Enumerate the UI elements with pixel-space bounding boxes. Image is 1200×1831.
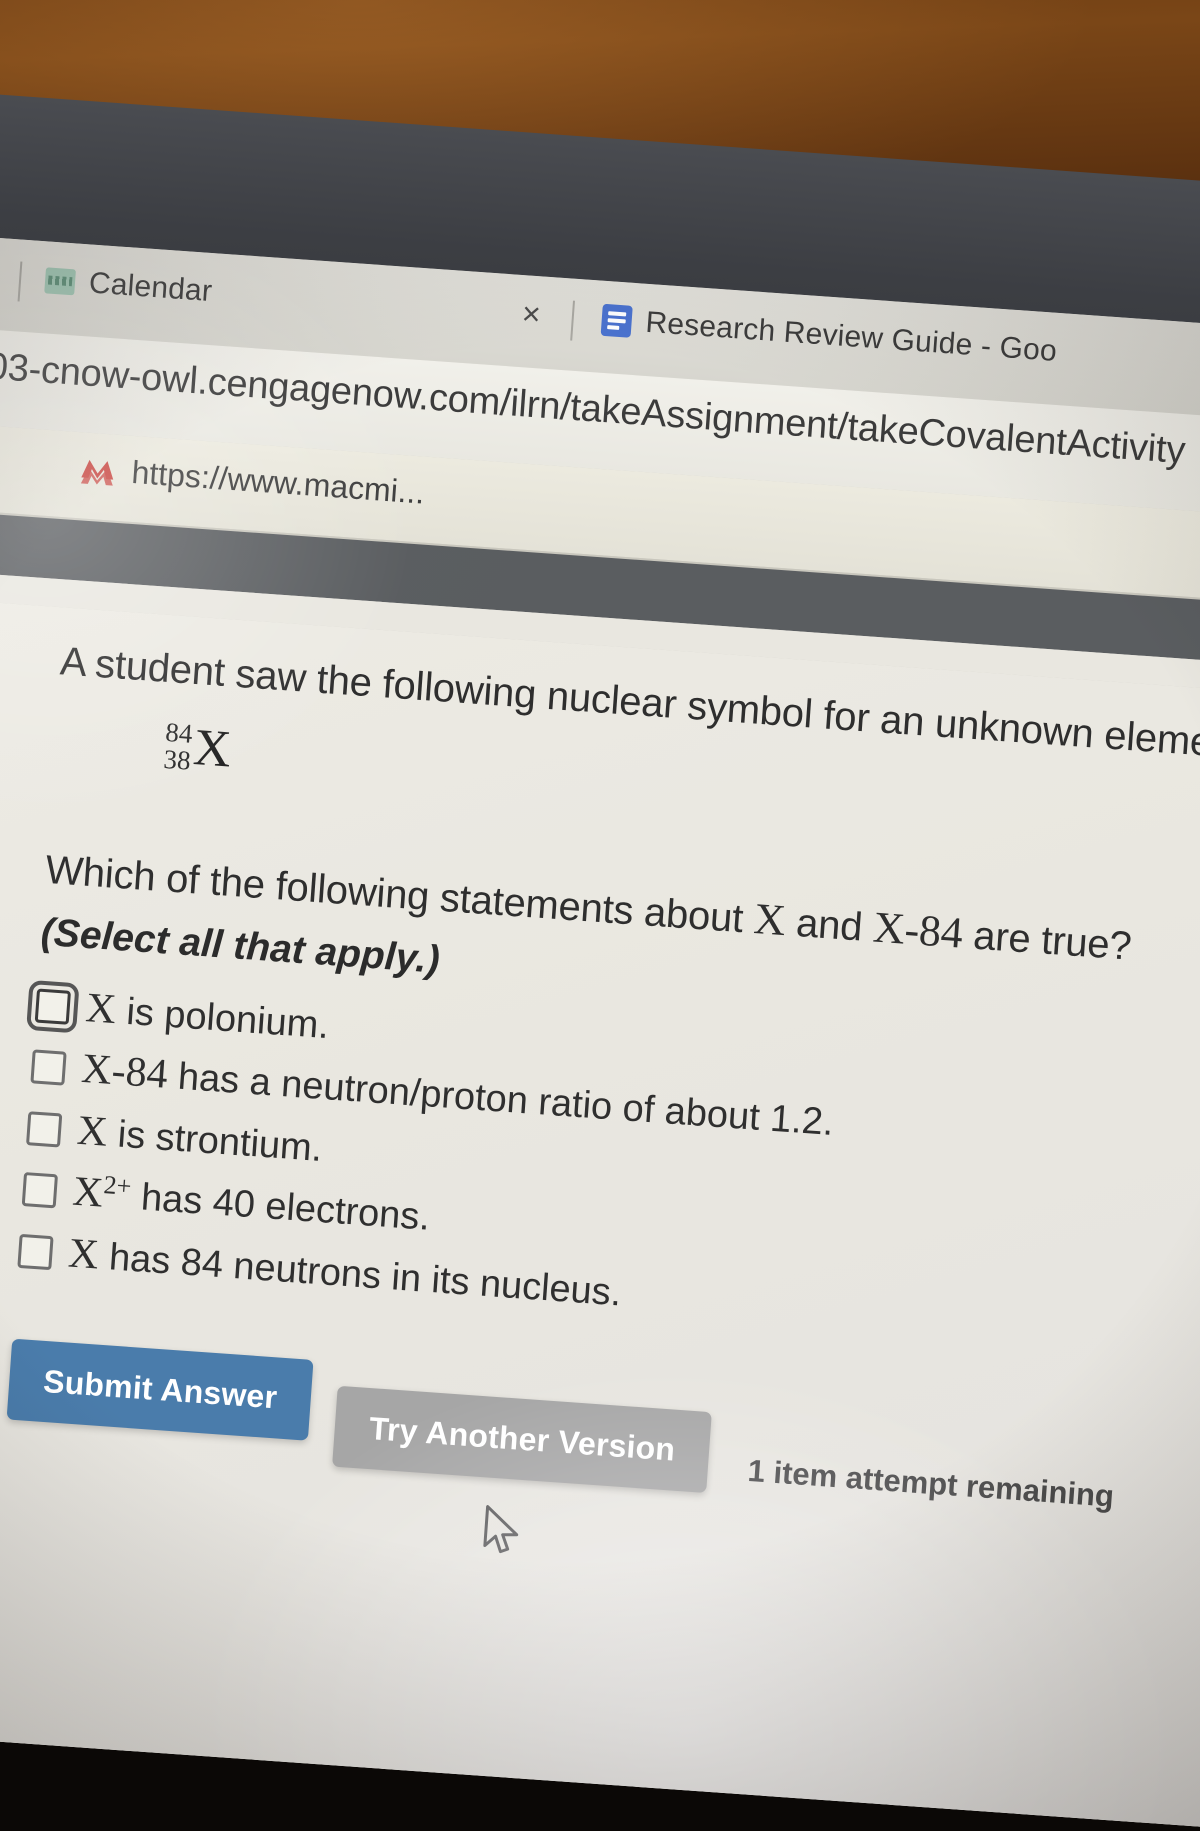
option-label: X is strontium.: [75, 1106, 324, 1173]
submit-answer-button[interactable]: Submit Answer: [6, 1338, 314, 1442]
lms-icon: [44, 267, 76, 296]
tab-divider: [570, 300, 576, 341]
checkbox-icon[interactable]: [26, 979, 80, 1033]
option-text: has 40 electrons.: [129, 1175, 432, 1240]
answer-options-list: X is polonium. X-84 has a neutron/proton…: [17, 979, 1200, 1360]
tab-divider: [17, 261, 23, 302]
bookmark-label: https://www.macmi...: [130, 453, 426, 511]
monitor-screen: ng Girls × Calendar × Research Review Gu…: [0, 227, 1200, 1831]
checkbox-icon[interactable]: [17, 1233, 54, 1270]
prompt-middle: and: [783, 899, 875, 950]
prompt-symbol-1: X: [752, 893, 788, 945]
question-container: A student saw the following nuclear symb…: [5, 635, 1200, 1528]
browser-tab-1[interactable]: Calendar: [44, 263, 213, 309]
option-text: is polonium.: [114, 989, 331, 1047]
macmillan-icon: [79, 453, 117, 487]
option-text: is strontium.: [105, 1112, 324, 1170]
browser-tab-2-close-group[interactable]: ×: [517, 295, 546, 332]
checkbox-icon[interactable]: [21, 1172, 58, 1209]
tab-title: Calendar: [87, 266, 214, 309]
option-symbol: X: [66, 1230, 101, 1279]
option-label: X is polonium.: [84, 984, 331, 1051]
option-symbol: X: [84, 984, 118, 1033]
prompt-suffix: are true?: [961, 912, 1133, 969]
google-docs-icon: [600, 303, 633, 338]
bookmark-1[interactable]: https://www.macmi...: [79, 450, 426, 511]
atomic-number: 38: [162, 744, 192, 776]
option-superscript: 2+: [102, 1170, 133, 1202]
checkbox-icon[interactable]: [26, 1110, 63, 1148]
nuclear-symbol: 84 38 X: [162, 717, 233, 779]
option-label: X2+ has 40 electrons.: [71, 1168, 432, 1243]
tab-title: Research Review Guide - Goo: [644, 305, 1059, 368]
mouse-cursor-icon: [478, 1503, 528, 1562]
option-symbol: X-84: [79, 1046, 170, 1099]
browser-tab-2[interactable]: Research Review Guide - Goo: [600, 303, 1059, 369]
prompt-symbol-2: X-84: [871, 902, 965, 958]
option-symbol: X: [71, 1168, 105, 1217]
option-symbol: X: [75, 1107, 110, 1156]
element-symbol: X: [191, 719, 233, 779]
checkbox-icon[interactable]: [30, 1049, 67, 1086]
close-icon[interactable]: ×: [517, 295, 546, 332]
